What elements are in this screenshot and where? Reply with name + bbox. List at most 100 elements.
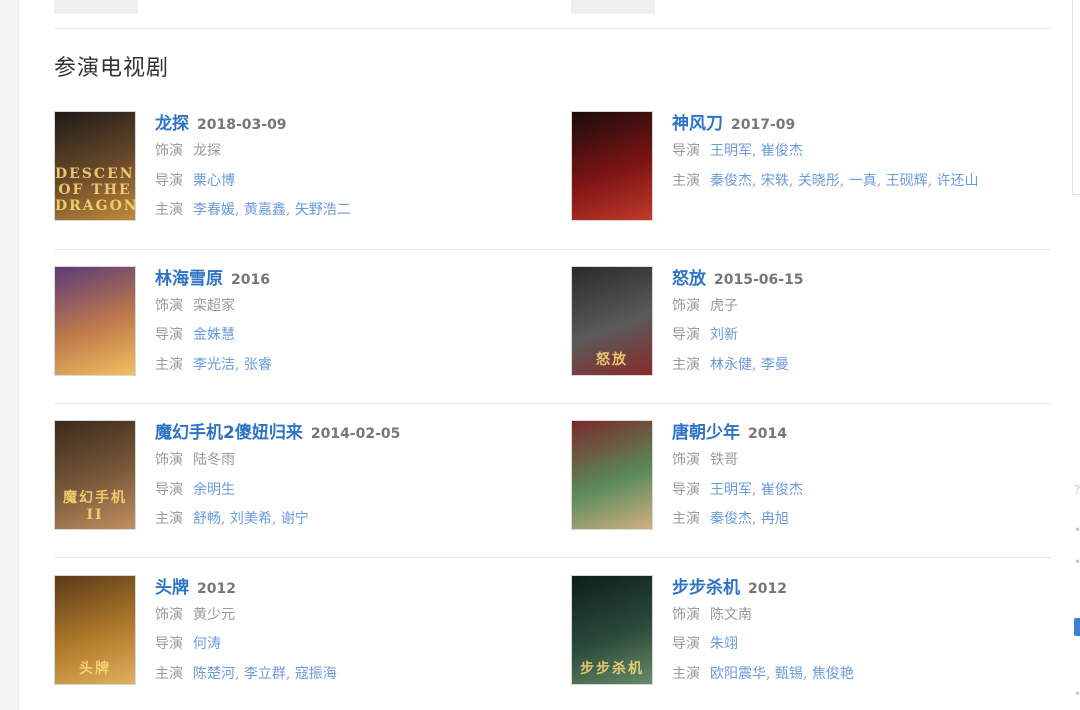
series-title-link[interactable]: 神风刀 <box>672 114 723 134</box>
poster-image[interactable] <box>571 420 653 530</box>
series-item: 头牌 头牌 2012 饰演 黄少元 导演 何涛 主演 陈楚河, 李立群, 寇振海 <box>54 562 571 710</box>
separator: , <box>752 511 761 527</box>
person-link[interactable]: 谢宁 <box>281 511 309 527</box>
series-title-link[interactable]: 唐朝少年 <box>672 423 740 443</box>
person-link[interactable]: 李春媛 <box>193 202 235 218</box>
poster-text: 怒放 <box>596 351 628 368</box>
series-item: 林海雪原 2016 饰演 栾超家 导演 金姝慧 主演 李光洁, 张睿 <box>54 253 571 408</box>
person-link[interactable]: 黄嘉鑫 <box>244 202 286 218</box>
person-link[interactable]: 刘美希 <box>230 511 272 527</box>
feedback-tab[interactable] <box>1074 618 1080 636</box>
separator: , <box>752 481 761 498</box>
previous-poster-thumb[interactable] <box>54 0 138 14</box>
person-link[interactable]: 矢野浩二 <box>295 202 351 218</box>
cast-row-label: 主演 <box>155 356 183 373</box>
person-link[interactable]: 栗心博 <box>193 173 235 189</box>
person-link[interactable]: 王明军 <box>710 143 752 159</box>
cast-row: 主演 秦俊杰, 冉旭 <box>672 504 803 534</box>
role-row: 饰演 陈文南 <box>672 600 854 630</box>
person-link[interactable]: 冉旭 <box>761 511 789 527</box>
person-link[interactable]: 崔俊杰 <box>761 143 803 159</box>
title-line: 怒放 2015-06-15 <box>672 267 804 291</box>
series-title-link[interactable]: 怒放 <box>672 269 706 289</box>
person-link[interactable]: 何涛 <box>193 636 221 652</box>
person-link[interactable]: 金姝慧 <box>193 327 235 343</box>
title-line: 林海雪原 2016 <box>155 267 272 291</box>
person-link[interactable]: 舒畅 <box>193 511 221 527</box>
divider <box>54 557 1051 558</box>
cast-row: 主演 秦俊杰, 宋轶, 关晓彤, 一真, 王砚辉, 许还山 <box>672 166 979 196</box>
poster-image[interactable]: DESCENDANTS OF THE DRAGON <box>54 111 136 221</box>
person-link[interactable]: 陈楚河 <box>193 666 235 682</box>
help-icon[interactable]: ? <box>1074 484 1080 496</box>
director-row-label: 导演 <box>672 636 700 652</box>
person-link[interactable]: 张睿 <box>244 357 272 373</box>
role-name: 龙探 <box>193 143 221 159</box>
page: ? • • • 参演电视剧 DESCENDANTS OF THE DRAGON 龙… <box>0 0 1080 710</box>
series-title-link[interactable]: 龙探 <box>155 114 189 134</box>
role-row-label: 饰演 <box>672 452 700 468</box>
person-link[interactable]: 林永健 <box>710 357 752 373</box>
series-item: DESCENDANTS OF THE DRAGON龙探2018-03-09饰演龙… <box>54 98 571 253</box>
person-link[interactable]: 一真 <box>849 173 877 189</box>
person-link[interactable]: 甄锡 <box>775 666 803 682</box>
separator: , <box>752 143 761 159</box>
poster-image[interactable]: 步步杀机 <box>571 574 653 685</box>
series-info: 步步杀机 2012 饰演 陈文南 导演 朱翊 主演 欧阳震华, 甄锡, 焦俊艳 <box>672 575 854 710</box>
person-link[interactable]: 寇振海 <box>295 666 337 682</box>
series-info: 头牌 2012 饰演 黄少元 导演 何涛 主演 陈楚河, 李立群, 寇振海 <box>155 575 337 710</box>
poster-image[interactable]: 魔幻手机II <box>54 420 136 530</box>
divider <box>54 403 1051 404</box>
person-link[interactable]: 刘新 <box>710 327 738 343</box>
person-link[interactable]: 李光洁 <box>193 357 235 373</box>
person-link[interactable]: 王明军 <box>710 482 752 498</box>
poster-text: 头牌 <box>79 660 111 677</box>
poster-image[interactable]: 头牌 <box>54 574 136 685</box>
person-link[interactable]: 秦俊杰 <box>710 173 752 189</box>
side-panel-border <box>1072 194 1080 195</box>
person-link[interactable]: 欧阳震华 <box>710 666 766 682</box>
role-row: 饰演 虎子 <box>672 291 804 321</box>
poster-image[interactable]: 怒放 <box>571 265 653 376</box>
person-link[interactable]: 宋轶 <box>761 173 789 189</box>
left-gutter <box>0 0 19 710</box>
series-info: 魔幻手机2傻妞归来 2014-02-05 饰演 陆冬雨 导演 余明生 主演 舒畅, 刘美希, … <box>155 420 400 562</box>
title-line: 步步杀机 2012 <box>672 576 854 600</box>
separator: , <box>766 665 775 682</box>
section-title: 参演电视剧 <box>54 56 170 81</box>
separator: , <box>752 356 761 373</box>
role-row-label: 饰演 <box>672 297 700 314</box>
series-title-link[interactable]: 魔幻手机2傻妞归来 <box>155 423 303 443</box>
person-link[interactable]: 秦俊杰 <box>710 511 752 527</box>
series-title-link[interactable]: 林海雪原 <box>155 269 223 289</box>
series-title-link[interactable]: 步步杀机 <box>672 578 740 598</box>
series-info: 唐朝少年 2014 饰演 铁哥 导演 王明军, 崔俊杰 主演 秦俊杰, 冉旭 <box>672 420 803 562</box>
person-link[interactable]: 许还山 <box>937 173 979 189</box>
release-date: 2016 <box>231 271 270 288</box>
title-line: 神风刀 2017-09 <box>672 112 979 136</box>
cast-row-label: 主演 <box>155 665 183 682</box>
role-row-label: 饰演 <box>155 452 183 468</box>
person-link[interactable]: 余明生 <box>193 482 235 498</box>
title-line: 唐朝少年 2014 <box>672 421 803 445</box>
director-row-label: 导演 <box>672 143 700 159</box>
person-link[interactable]: 李立群 <box>244 666 286 682</box>
poster-text: 魔幻手机II <box>63 490 127 523</box>
person-link[interactable]: 焦俊艳 <box>812 666 854 682</box>
cast-row-label: 主演 <box>672 511 700 527</box>
separator: , <box>752 172 761 189</box>
cast-row: 主演 陈楚河, 李立群, 寇振海 <box>155 659 337 689</box>
divider <box>54 249 1051 250</box>
person-link[interactable]: 王砚辉 <box>886 173 928 189</box>
person-link[interactable]: 李曼 <box>761 357 789 373</box>
person-link[interactable]: 关晓彤 <box>798 173 840 189</box>
person-link[interactable]: 朱翊 <box>710 636 738 652</box>
poster-image[interactable] <box>54 265 136 376</box>
series-info: 林海雪原 2016 饰演 栾超家 导演 金姝慧 主演 李光洁, 张睿 <box>155 266 272 408</box>
series-title-link[interactable]: 头牌 <box>155 578 189 598</box>
director-row: 导演 王明军, 崔俊杰 <box>672 475 803 505</box>
person-link[interactable]: 崔俊杰 <box>761 482 803 498</box>
cast-row: 主演 李光洁, 张睿 <box>155 350 272 380</box>
previous-poster-thumb[interactable] <box>571 0 655 14</box>
poster-image[interactable] <box>571 111 653 221</box>
